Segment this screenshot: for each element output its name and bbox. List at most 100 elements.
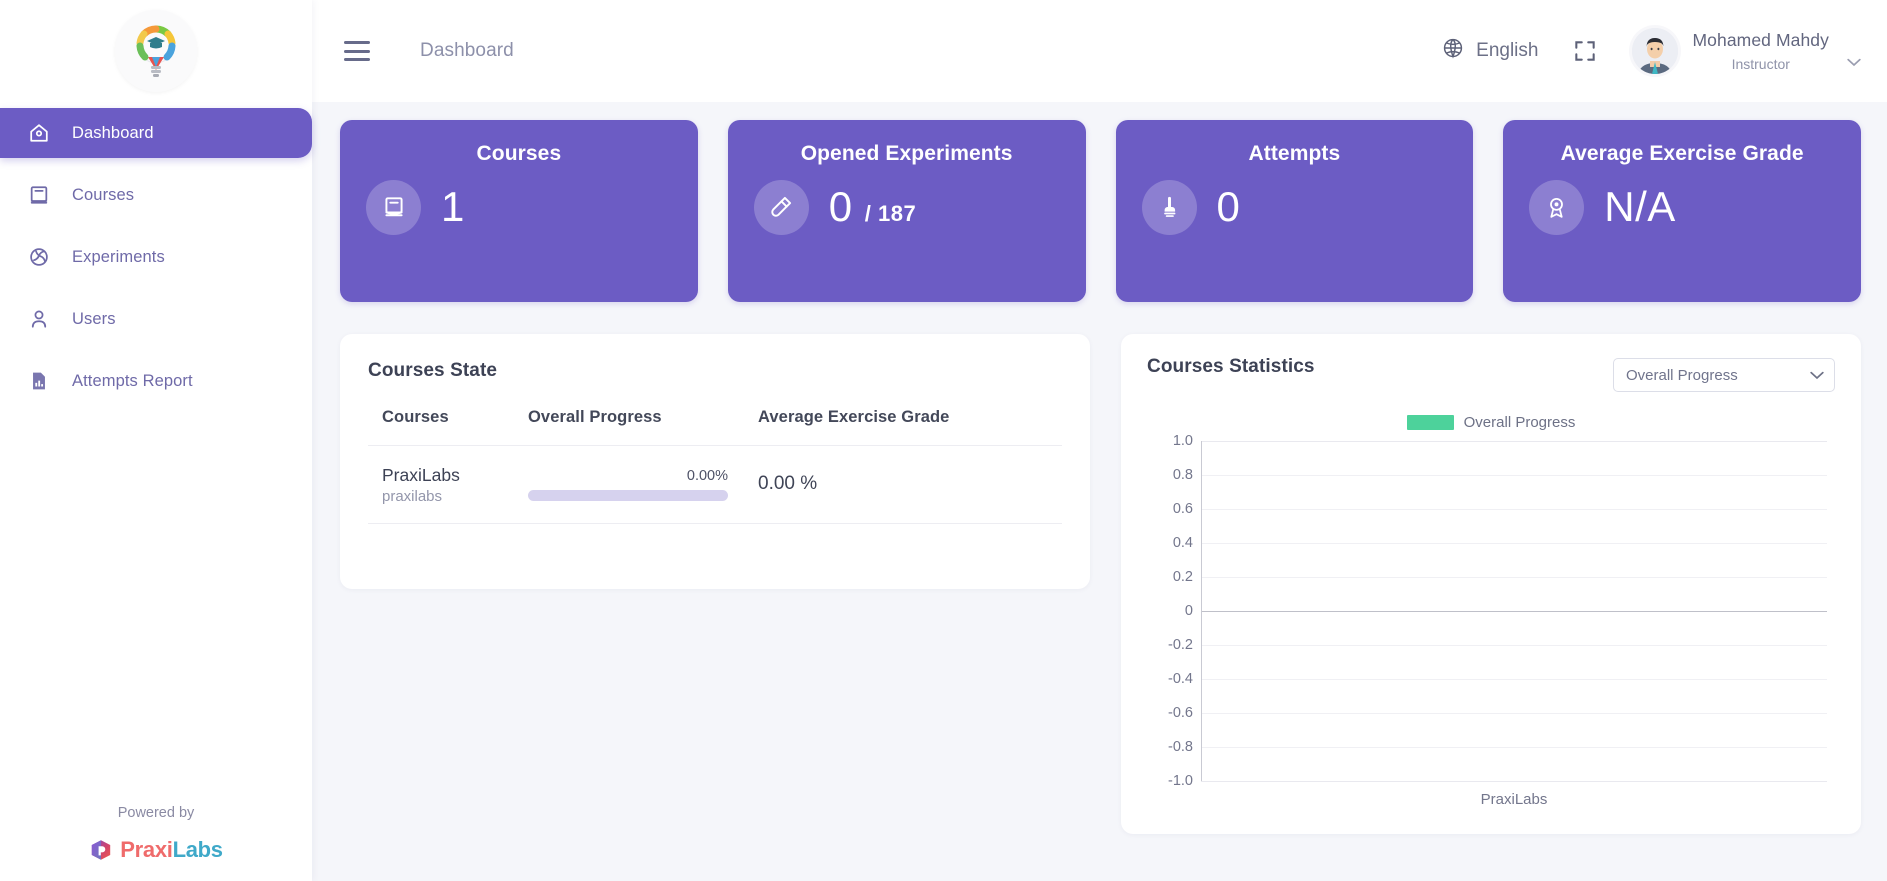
language-switcher[interactable]: English: [1442, 37, 1538, 65]
sidebar-item-label: Courses: [72, 185, 135, 204]
chevron-down-icon[interactable]: [1847, 54, 1861, 74]
book-icon: [366, 179, 421, 235]
gridline: [1201, 679, 1827, 680]
sidebar-item-experiments[interactable]: Experiments: [0, 232, 312, 282]
stat-card-value: 0: [1217, 186, 1241, 228]
y-axis-tick-label: -0.8: [1168, 739, 1193, 755]
hand-pointer-icon: [1141, 179, 1197, 235]
award-badge-icon: [1529, 179, 1585, 235]
progress-label: 0.00%: [686, 467, 728, 484]
dashboard-panels: Courses State Courses Overall Progress A…: [340, 334, 1861, 834]
average-grade-value: 0.00 %: [758, 473, 818, 495]
powered-by-block: Powered by PraxiLabs: [0, 805, 312, 881]
sidebar-item-label: Dashboard: [72, 123, 154, 142]
fullscreen-icon[interactable]: [1572, 38, 1598, 64]
bar-chart: 1.0 0.8 0.6 0.4 0.2 0 -0.2 -0.4 -0.6 -0.8 -1.0 Pra…: [1147, 433, 1835, 808]
logo-text-praxi: Praxi: [120, 837, 173, 862]
x-axis-tick-label: PraxiLabs: [1480, 791, 1548, 808]
stat-cards: Courses 1 Opened Experiments 0 / 187 Att…: [340, 120, 1861, 302]
gridline: [1201, 747, 1827, 748]
hamburger-bar: [344, 58, 370, 61]
table-header-row: Courses Overall Progress Average Exercis…: [368, 408, 1062, 446]
stat-value-main: N/A: [1604, 183, 1676, 231]
avatar: [1632, 28, 1679, 74]
table-row[interactable]: PraxiLabs praxilabs 0.00% 0.00 %: [368, 445, 1062, 524]
y-axis-tick-label: 0.2: [1172, 569, 1193, 585]
gridline: [1201, 543, 1827, 544]
cell-average-exercise-grade: 0.00 %: [758, 446, 1062, 524]
gridline: [1201, 441, 1827, 442]
stat-card-average-exercise-grade[interactable]: Average Exercise Grade N/A: [1503, 120, 1861, 302]
test-tube-icon: [753, 179, 809, 235]
main-area: Dashboard English Mohamed Mahdy Instruct…: [312, 0, 1887, 881]
stat-value-main: 1: [441, 183, 465, 231]
y-axis-tick-label: 1.0: [1172, 433, 1193, 449]
progress-track: [528, 489, 728, 501]
sidebar-item-courses[interactable]: Courses: [0, 170, 312, 220]
stat-card-opened-experiments[interactable]: Opened Experiments 0 / 187: [727, 120, 1086, 302]
courses-statistics-panel: Courses Statistics Overall Progress Over…: [1121, 334, 1861, 834]
chart-legend: Overall Progress: [1147, 414, 1835, 431]
praxilabs-cube-icon: [92, 840, 111, 860]
gridline: [1201, 475, 1827, 476]
language-label: English: [1476, 40, 1539, 61]
hamburger-bar: [344, 41, 370, 44]
stat-card-attempts[interactable]: Attempts 0: [1115, 120, 1474, 302]
zero-gridline: [1201, 611, 1827, 612]
gridline: [1201, 713, 1827, 714]
topbar: Dashboard English Mohamed Mahdy Instruct…: [312, 0, 1887, 102]
gridline: [1201, 577, 1827, 578]
stat-card-body: 0 / 187: [753, 179, 1060, 235]
app-root: Dashboard Courses Experiments Users Atte…: [0, 0, 1887, 881]
user-role: Instructor: [1731, 55, 1790, 72]
stat-card-title: Average Exercise Grade: [1560, 142, 1804, 165]
stat-card-body: N/A: [1529, 179, 1835, 235]
lightbulb-graduation-logo[interactable]: [115, 10, 197, 92]
sidebar-item-label: Attempts Report: [72, 371, 193, 390]
sidebar-item-label: Users: [72, 309, 116, 328]
column-header-courses: Courses: [382, 408, 449, 426]
y-axis-tick-label: 0.8: [1172, 467, 1193, 483]
stat-card-value: N/A: [1604, 186, 1676, 228]
logo-text-labs: Labs: [172, 837, 223, 862]
sidebar: Dashboard Courses Experiments Users Atte…: [0, 0, 312, 881]
breadcrumb: Dashboard: [420, 40, 514, 61]
praxilabs-logo[interactable]: PraxiLabs: [0, 837, 312, 863]
y-axis-tick-label: 0.4: [1172, 535, 1193, 551]
stat-card-value: 1: [441, 186, 465, 228]
stat-value-suffix: / 187: [864, 201, 917, 227]
topbar-right: English Mohamed Mahdy Instructor: [1442, 28, 1861, 74]
globe-icon: [1442, 37, 1464, 65]
sidebar-item-attempts-report[interactable]: Attempts Report: [0, 356, 312, 406]
user-menu[interactable]: Mohamed Mahdy Instructor: [1632, 28, 1861, 74]
y-axis-tick-label: -1.0: [1168, 773, 1193, 789]
dashboard-content: Courses 1 Opened Experiments 0 / 187 Att…: [312, 102, 1887, 834]
user-icon: [28, 308, 50, 330]
y-axis-tick-label: 0.6: [1172, 501, 1193, 517]
y-axis: [1201, 441, 1202, 781]
stat-value-main: 0: [1216, 183, 1241, 231]
chart-plot-area: 1.0 0.8 0.6 0.4 0.2 0 -0.2 -0.4 -0.6 -0.8 -1.0: [1147, 433, 1835, 789]
user-name: Mohamed Mahdy: [1692, 30, 1829, 51]
column-header-average-exercise-grade: Average Exercise Grade: [758, 408, 950, 426]
gridline: [1201, 781, 1827, 782]
sidebar-item-label: Experiments: [72, 247, 165, 266]
flask-circle-icon: [28, 246, 50, 268]
stat-value-main: 0: [828, 183, 853, 231]
hamburger-bar: [344, 49, 370, 53]
hamburger-icon[interactable]: [344, 41, 370, 61]
cell-overall-progress: 0.00%: [528, 446, 758, 524]
powered-by-label: Powered by: [117, 805, 195, 821]
course-slug: praxilabs: [382, 487, 443, 505]
legend-label: Overall Progress: [1463, 414, 1576, 431]
sidebar-item-users[interactable]: Users: [0, 294, 312, 344]
stat-card-courses[interactable]: Courses 1: [340, 120, 698, 302]
table-head: Courses Overall Progress Average Exercis…: [368, 408, 1062, 446]
legend-swatch[interactable]: [1406, 415, 1454, 430]
sidebar-item-dashboard[interactable]: Dashboard: [0, 108, 312, 158]
courses-state-table: Courses Overall Progress Average Exercis…: [368, 408, 1062, 524]
chevron-down-icon: [1810, 367, 1824, 384]
courses-state-panel: Courses State Courses Overall Progress A…: [340, 334, 1090, 589]
stat-card-body: 1: [366, 179, 672, 235]
metric-select[interactable]: Overall Progress: [1613, 358, 1835, 392]
